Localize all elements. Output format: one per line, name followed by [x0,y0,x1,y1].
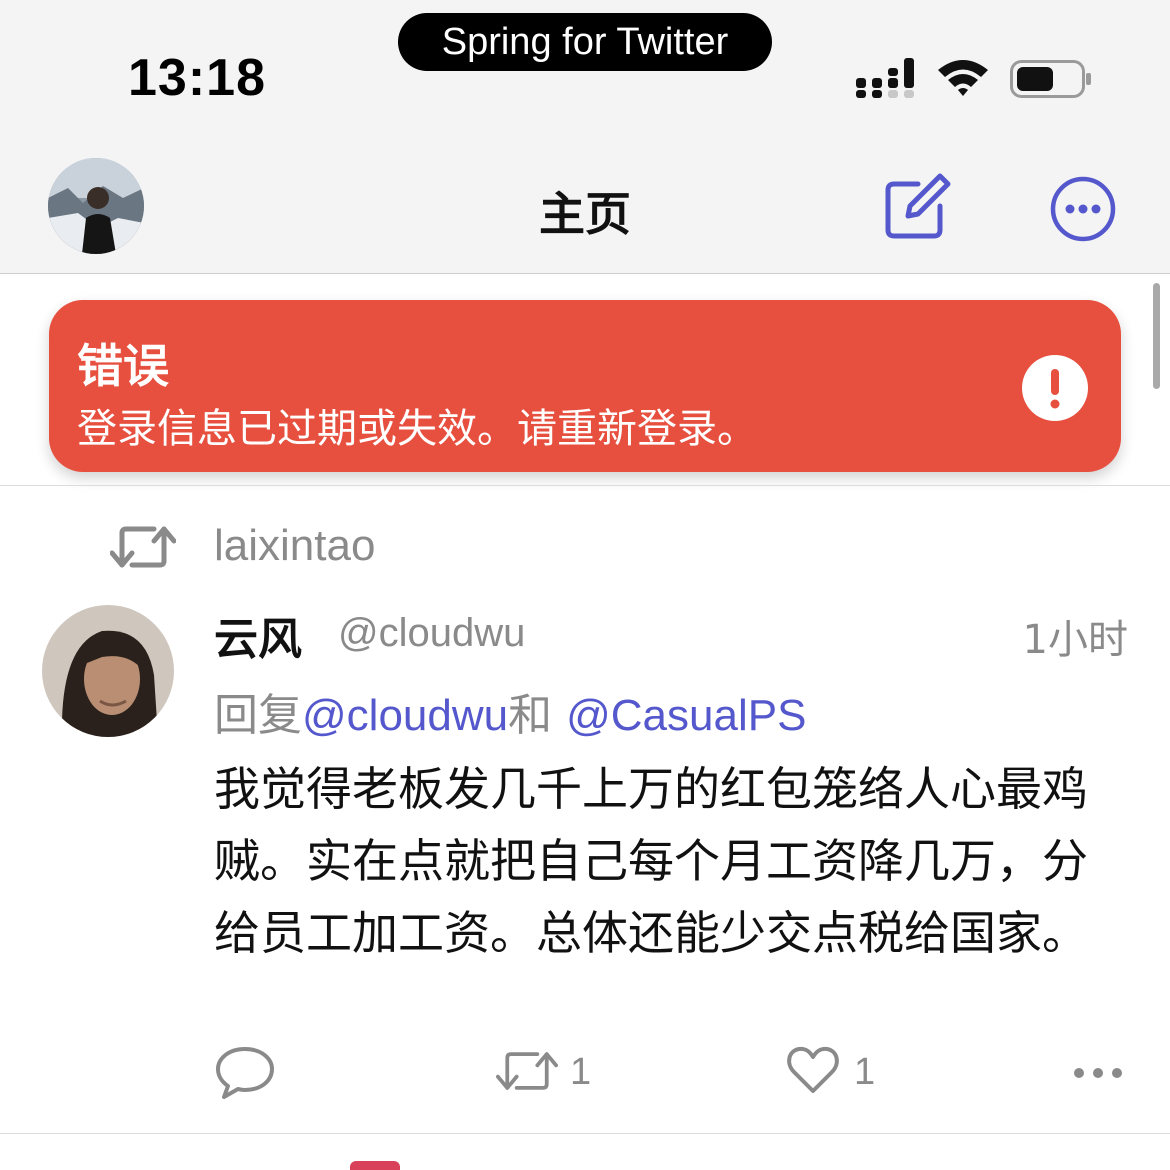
timeline[interactable]: 错误 登录信息已过期或失效。请重新登录。 laixintao 云风 @cloud… [0,275,1170,1170]
error-title: 错误 [77,339,169,393]
author-avatar[interactable] [42,605,174,737]
reply-prefix: 回复 [214,690,302,741]
ellipsis-icon [1074,1068,1122,1078]
error-toast[interactable]: 错误 登录信息已过期或失效。请重新登录。 [49,300,1121,472]
reply-conjunction: 和 [508,690,553,741]
author-photo [42,605,174,737]
author-name[interactable]: 云风 [214,603,302,667]
tweet-more-button[interactable] [1072,1045,1124,1101]
status-time: 13:18 [128,49,266,107]
retweet-button[interactable]: 1 [496,1045,596,1101]
scroll-indicator[interactable] [1153,283,1160,389]
heart-icon [787,1046,839,1093]
nav-bar: 主页 [0,130,1170,274]
exclamation-icon [1022,355,1088,421]
battery-icon [1010,60,1091,98]
tweet-text[interactable]: 我觉得老板发几千上万的红包笼络人心最鸡贼。实在点就把自己每个月工资降几万，分给员… [214,753,1114,969]
reply-icon [216,1047,274,1099]
retweet-count: 1 [570,1051,592,1093]
divider [0,485,1170,486]
reply-context: 回复@cloudwu和 @CasualPS [214,679,806,743]
cellular-signal-icon [856,58,914,98]
status-bar: 13:18 Spring for Twitter [0,0,1170,130]
reply-button[interactable] [214,1045,276,1101]
mention-link[interactable]: @CasualPS [566,691,806,740]
retweet-icon [110,526,176,568]
error-message: 登录信息已过期或失效。请重新登录。 [77,406,757,452]
wifi-icon [938,60,988,96]
page-title: 主页 [539,187,631,241]
more-options-button[interactable] [1050,176,1116,242]
next-tweet-avatar-peek [350,1161,400,1170]
mention-link[interactable]: @cloudwu [302,691,508,740]
divider [0,1133,1170,1134]
more-circle-icon [1050,176,1116,242]
like-count: 1 [854,1051,876,1093]
tweet-time: 1小时 [1022,617,1128,663]
like-button[interactable]: 1 [786,1045,886,1101]
retweeter-name[interactable]: laixintao [214,521,375,571]
compose-button[interactable] [884,172,952,240]
app-name-pill: Spring for Twitter [398,13,772,71]
compose-icon [885,173,951,239]
author-handle[interactable]: @cloudwu [338,611,525,656]
retweet-icon [496,1052,558,1090]
